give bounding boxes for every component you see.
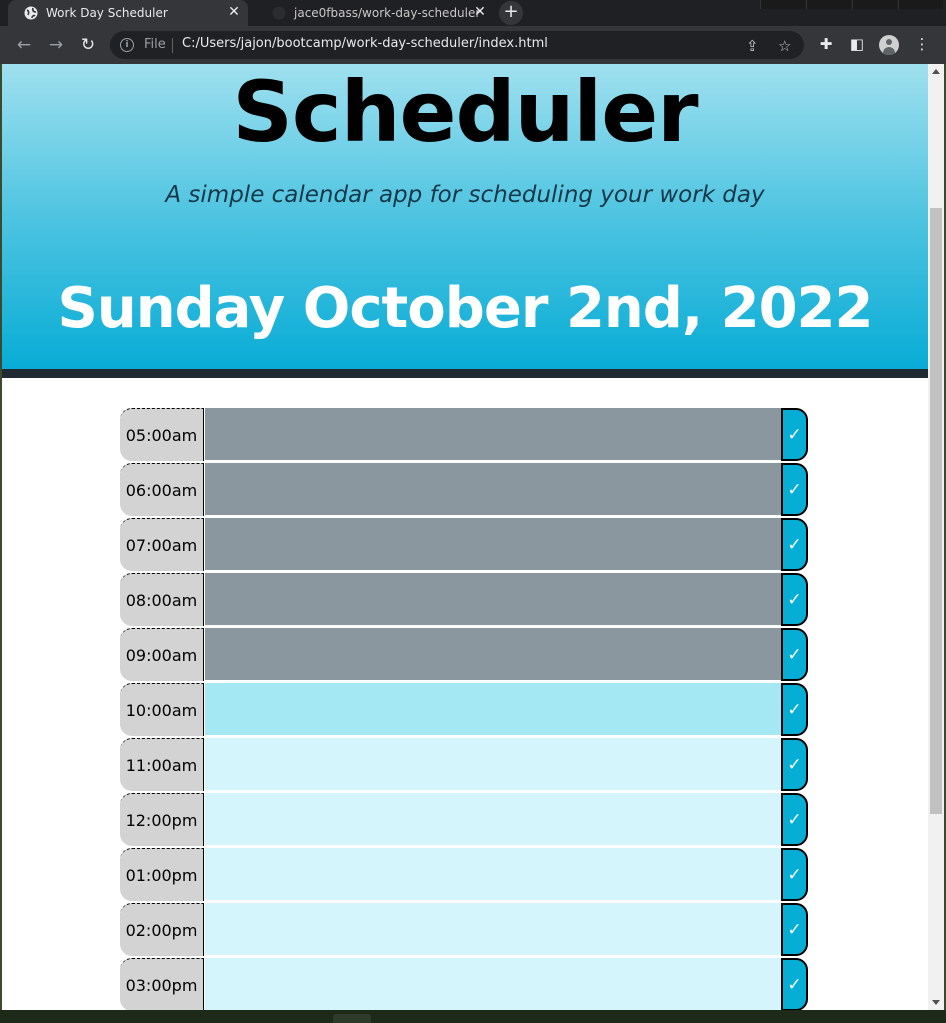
reload-icon[interactable]: ↻ [78, 35, 98, 55]
close-tab-icon[interactable]: ✕ [472, 4, 488, 20]
save-button[interactable]: ✓ [781, 518, 808, 571]
time-block-row: 01:00pm ✓ [120, 848, 810, 901]
time-block-row: 11:00am ✓ [120, 738, 810, 791]
event-description-input[interactable] [204, 463, 781, 516]
forward-arrow-icon[interactable]: → [46, 35, 66, 55]
back-arrow-icon[interactable]: ← [14, 35, 34, 55]
time-block-row: 02:00pm ✓ [120, 903, 810, 956]
page-title: Scheduler [232, 64, 698, 161]
event-description-input[interactable] [204, 793, 781, 846]
save-button[interactable]: ✓ [781, 683, 808, 736]
checkmark-icon: ✓ [787, 919, 802, 939]
checkmark-icon: ✓ [787, 809, 802, 829]
tab-title: jace0fbass/work-day-scheduler [294, 6, 481, 20]
event-description-input[interactable] [204, 848, 781, 901]
save-button[interactable]: ✓ [781, 958, 808, 1010]
address-bar[interactable]: i File C:/Users/jajon/bootcamp/work-day-… [110, 31, 804, 59]
hour-label: 02:00pm [120, 903, 204, 956]
menu-kebab-icon[interactable]: ⋮ [912, 35, 932, 53]
checkmark-icon: ✓ [787, 974, 802, 994]
checkmark-icon: ✓ [787, 644, 802, 664]
scrollbar-thumb[interactable] [930, 208, 942, 814]
time-block-row: 08:00am ✓ [120, 573, 810, 626]
checkmark-icon: ✓ [787, 699, 802, 719]
browser-tab-strip: Work Day Scheduler ✕ jace0fbass/work-day… [0, 0, 946, 26]
checkmark-icon: ✓ [787, 754, 802, 774]
checkmark-icon: ✓ [787, 479, 802, 499]
event-description-input[interactable] [204, 958, 781, 1010]
jumbotron-header: Scheduler A simple calendar app for sche… [2, 64, 928, 378]
time-block-row: 06:00am ✓ [120, 463, 810, 516]
event-description-input[interactable] [204, 518, 781, 571]
hour-label: 10:00am [120, 683, 204, 736]
window-control[interactable] [898, 0, 943, 9]
browser-toolbar: ← → ↻ i File C:/Users/jajon/bootcamp/wor… [0, 26, 946, 64]
hour-label: 01:00pm [120, 848, 204, 901]
tab-work-day-scheduler[interactable]: Work Day Scheduler ✕ [8, 0, 248, 26]
hour-label: 11:00am [120, 738, 204, 791]
event-description-input[interactable] [204, 628, 781, 681]
checkmark-icon: ✓ [787, 864, 802, 884]
scrollbar[interactable] [928, 64, 944, 1010]
info-icon[interactable]: i [120, 38, 134, 52]
close-tab-icon[interactable]: ✕ [226, 4, 242, 20]
scroll-down-arrow-icon[interactable] [932, 1000, 940, 1005]
time-block-row: 09:00am ✓ [120, 628, 810, 681]
hour-label: 08:00am [120, 573, 204, 626]
save-button[interactable]: ✓ [781, 408, 808, 461]
event-description-input[interactable] [204, 903, 781, 956]
checkmark-icon: ✓ [787, 589, 802, 609]
current-day: Sunday October 2nd, 2022 [57, 276, 874, 341]
window-control[interactable] [760, 0, 805, 9]
side-panel-icon[interactable]: ◧ [847, 35, 867, 53]
globe-icon [24, 6, 38, 20]
time-block-row: 03:00pm ✓ [120, 958, 810, 1010]
time-block-row: 10:00am ✓ [120, 683, 810, 736]
tab-title: Work Day Scheduler [46, 6, 168, 20]
hour-label: 07:00am [120, 518, 204, 571]
extensions-puzzle-icon[interactable]: ✚ [816, 35, 836, 53]
github-icon [272, 6, 286, 20]
event-description-input[interactable] [204, 738, 781, 791]
time-block-row: 05:00am ✓ [120, 408, 810, 461]
hour-label: 09:00am [120, 628, 204, 681]
window-control[interactable] [806, 0, 851, 9]
scheme-label: File [144, 37, 166, 52]
page-viewport: Scheduler A simple calendar app for sche… [2, 64, 928, 1010]
bookmark-star-icon[interactable]: ☆ [778, 37, 791, 55]
hour-label: 05:00am [120, 408, 204, 461]
save-button[interactable]: ✓ [781, 848, 808, 901]
save-button[interactable]: ✓ [781, 628, 808, 681]
checkmark-icon: ✓ [787, 424, 802, 444]
tab-github-repo[interactable]: jace0fbass/work-day-scheduler ✕ [256, 0, 494, 26]
event-description-input[interactable] [204, 408, 781, 461]
new-tab-button[interactable]: + [499, 1, 523, 25]
save-button[interactable]: ✓ [781, 793, 808, 846]
divider [172, 38, 173, 53]
window-control[interactable] [852, 0, 897, 9]
event-description-input[interactable] [204, 683, 781, 736]
timeblock-list: 05:00am ✓ 06:00am ✓ 07:00am ✓ 08:00am ✓ 09:00am ✓… [120, 408, 810, 1010]
hour-label: 12:00pm [120, 793, 204, 846]
scroll-up-arrow-icon[interactable] [932, 69, 940, 74]
hour-label: 06:00am [120, 463, 204, 516]
page-subtitle: A simple calendar app for scheduling you… [165, 182, 765, 208]
share-icon[interactable]: ⇪ [746, 37, 759, 55]
url-text[interactable]: C:/Users/jajon/bootcamp/work-day-schedul… [182, 36, 548, 51]
save-button[interactable]: ✓ [781, 738, 808, 791]
save-button[interactable]: ✓ [781, 903, 808, 956]
profile-avatar-icon[interactable] [879, 35, 899, 55]
event-description-input[interactable] [204, 573, 781, 626]
time-block-row: 12:00pm ✓ [120, 793, 810, 846]
save-button[interactable]: ✓ [781, 463, 808, 516]
save-button[interactable]: ✓ [781, 573, 808, 626]
checkmark-icon: ✓ [787, 534, 802, 554]
time-block-row: 07:00am ✓ [120, 518, 810, 571]
desktop-background [0, 1010, 946, 1023]
hour-label: 03:00pm [120, 958, 204, 1010]
